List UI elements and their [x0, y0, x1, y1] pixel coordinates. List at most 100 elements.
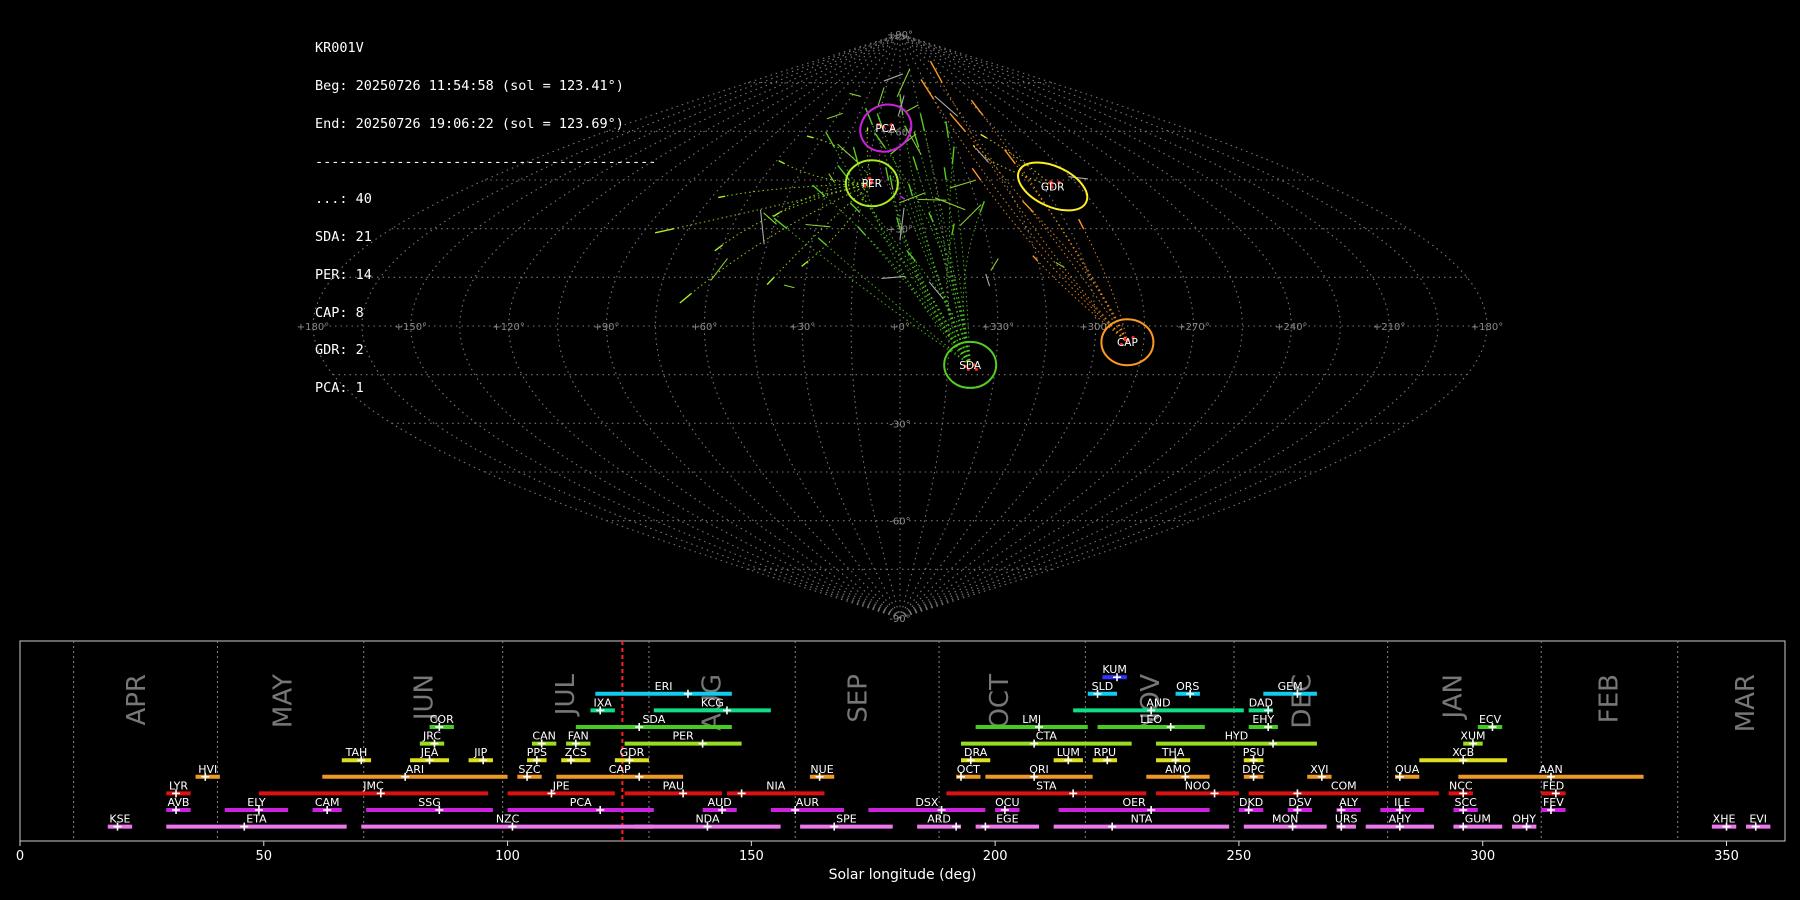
- radiant-gdr: GDR: [1017, 161, 1089, 212]
- sporadic-meteor: [949, 179, 976, 189]
- shower-rpu: RPU: [1092, 746, 1118, 765]
- shower-label: NCC: [1449, 779, 1473, 792]
- shower-and: AND: [1073, 696, 1244, 715]
- shower-label: SDA: [642, 713, 665, 726]
- meteor-segment: [1022, 200, 1035, 213]
- shower-label: FEV: [1543, 796, 1564, 809]
- shower-label: FAN: [568, 730, 589, 743]
- sporadic-meteor: [805, 223, 831, 228]
- radiant-label: GDR: [1041, 181, 1065, 193]
- sporadic-meteor: [826, 112, 843, 120]
- meteor-segment: [766, 276, 775, 286]
- shower-xhe: XHE: [1711, 813, 1737, 831]
- shower-aur: AUR: [770, 796, 844, 814]
- shower-label: JIP: [473, 746, 487, 759]
- shower-dsx: DSX: [868, 796, 986, 814]
- shower-nue: NUE: [809, 763, 835, 781]
- shower-label: XHE: [1713, 813, 1736, 826]
- latitude-label: -30°: [889, 419, 910, 430]
- shower-label: JPE: [552, 779, 570, 792]
- sporadic-meteor: [877, 87, 885, 107]
- shower-label: SCC: [1454, 796, 1477, 809]
- shower-label: DKD: [1239, 796, 1263, 809]
- shower-label: PSU: [1243, 746, 1265, 759]
- shower-label: KCG: [701, 696, 724, 709]
- shower-cam: CAM: [312, 796, 342, 814]
- shower-label: LMI: [1022, 713, 1041, 726]
- shower-cta: CTA: [961, 730, 1132, 748]
- meteor-trail: [866, 131, 873, 184]
- meteor-segment: [817, 237, 827, 246]
- shower-ncc: NCC: [1448, 779, 1473, 798]
- x-tick-label: 250: [1227, 849, 1252, 864]
- shower-jmc: JMC: [258, 779, 489, 798]
- shower-lum: LUM: [1053, 746, 1083, 765]
- shower-label: AVB: [168, 796, 190, 809]
- meteor-trail: [1014, 163, 1128, 343]
- shower-label: CAN: [532, 730, 555, 743]
- shower-label: ERI: [655, 680, 673, 693]
- shower-eta: ETA: [166, 813, 347, 831]
- longitude-label: +30°: [789, 322, 815, 333]
- meteor-trail: [673, 182, 872, 230]
- shower-jip: JIP: [468, 746, 493, 765]
- shower-kse: KSE: [107, 813, 133, 831]
- sporadic-meteor: [990, 258, 999, 271]
- shower-nzc: NZC: [361, 813, 654, 831]
- shower-psu: PSU: [1243, 746, 1265, 765]
- month-label: MAR: [1731, 674, 1761, 732]
- meteor-segment: [972, 144, 976, 148]
- shower-ssg: SSG: [366, 796, 493, 814]
- shower-timeline-chart: APR MAY JUN JUL AUG SEP OCT NOV DEC JAN FEB MARKUME…: [16, 640, 1786, 883]
- shower-label: PAU: [663, 779, 685, 792]
- shower-lyr: LYR: [166, 779, 191, 798]
- shower-sta: STA: [946, 779, 1147, 798]
- shower-label: XVI: [1310, 763, 1328, 776]
- x-tick-label: 200: [983, 849, 1008, 864]
- shower-label: THA: [1161, 746, 1185, 759]
- shower-ari: ARI: [322, 763, 508, 781]
- meteor-trail: [947, 137, 971, 365]
- shower-ixa: IXA: [590, 696, 615, 715]
- shower-label: PCA: [570, 796, 592, 809]
- shower-label: SLD: [1092, 680, 1114, 693]
- shower-label: HYD: [1225, 730, 1248, 743]
- meteor-trail: [902, 115, 971, 366]
- sporadic-meteor: [881, 275, 906, 280]
- meteor-segment: [943, 167, 947, 181]
- x-tick-label: 350: [1714, 849, 1739, 864]
- shower-label: DSV: [1288, 796, 1311, 809]
- shower-label: KSE: [109, 813, 130, 826]
- x-tick-label: 100: [495, 849, 520, 864]
- meteor-segment: [889, 175, 894, 190]
- sporadic-meteor: [959, 204, 982, 226]
- shower-dad: DAD: [1248, 696, 1274, 715]
- meteor-segment: [899, 195, 906, 200]
- shower-label: ILE: [1394, 796, 1410, 809]
- shower-tah: TAH: [341, 746, 372, 765]
- radiant-sky-map: +180° +150° +120° +90° +60° +30° +0° +330° +300°…: [297, 30, 1503, 625]
- shower-label: LEO: [1140, 713, 1162, 726]
- sporadic-meteor: [985, 273, 991, 287]
- shower-evi: EVI: [1745, 813, 1771, 831]
- shower-jrc: JRC: [419, 730, 445, 748]
- month-label: APR: [122, 674, 152, 726]
- radiant-label: SDA: [959, 360, 982, 372]
- shower-dkd: DKD: [1238, 796, 1264, 814]
- shower-label: NDA: [695, 813, 720, 826]
- meteor-segment: [920, 79, 935, 100]
- meteor-segment: [919, 113, 926, 132]
- shower-gum: GUM: [1453, 813, 1503, 831]
- shower-label: ELY: [247, 796, 266, 809]
- longitude-label: +0°: [890, 322, 910, 333]
- shower-label: ARI: [406, 763, 424, 776]
- shower-amo: AMO: [1146, 763, 1210, 781]
- meteor-trail: [807, 183, 873, 262]
- shower-label: AND: [1146, 696, 1170, 709]
- shower-ocu: OCU: [995, 796, 1020, 814]
- radiant-label: CAP: [1117, 337, 1138, 349]
- latitude-label: -90°: [889, 614, 910, 625]
- shower-noo: NOO: [1156, 779, 1239, 798]
- shower-jea: JEA: [410, 746, 450, 765]
- shower-label: NTA: [1131, 813, 1153, 826]
